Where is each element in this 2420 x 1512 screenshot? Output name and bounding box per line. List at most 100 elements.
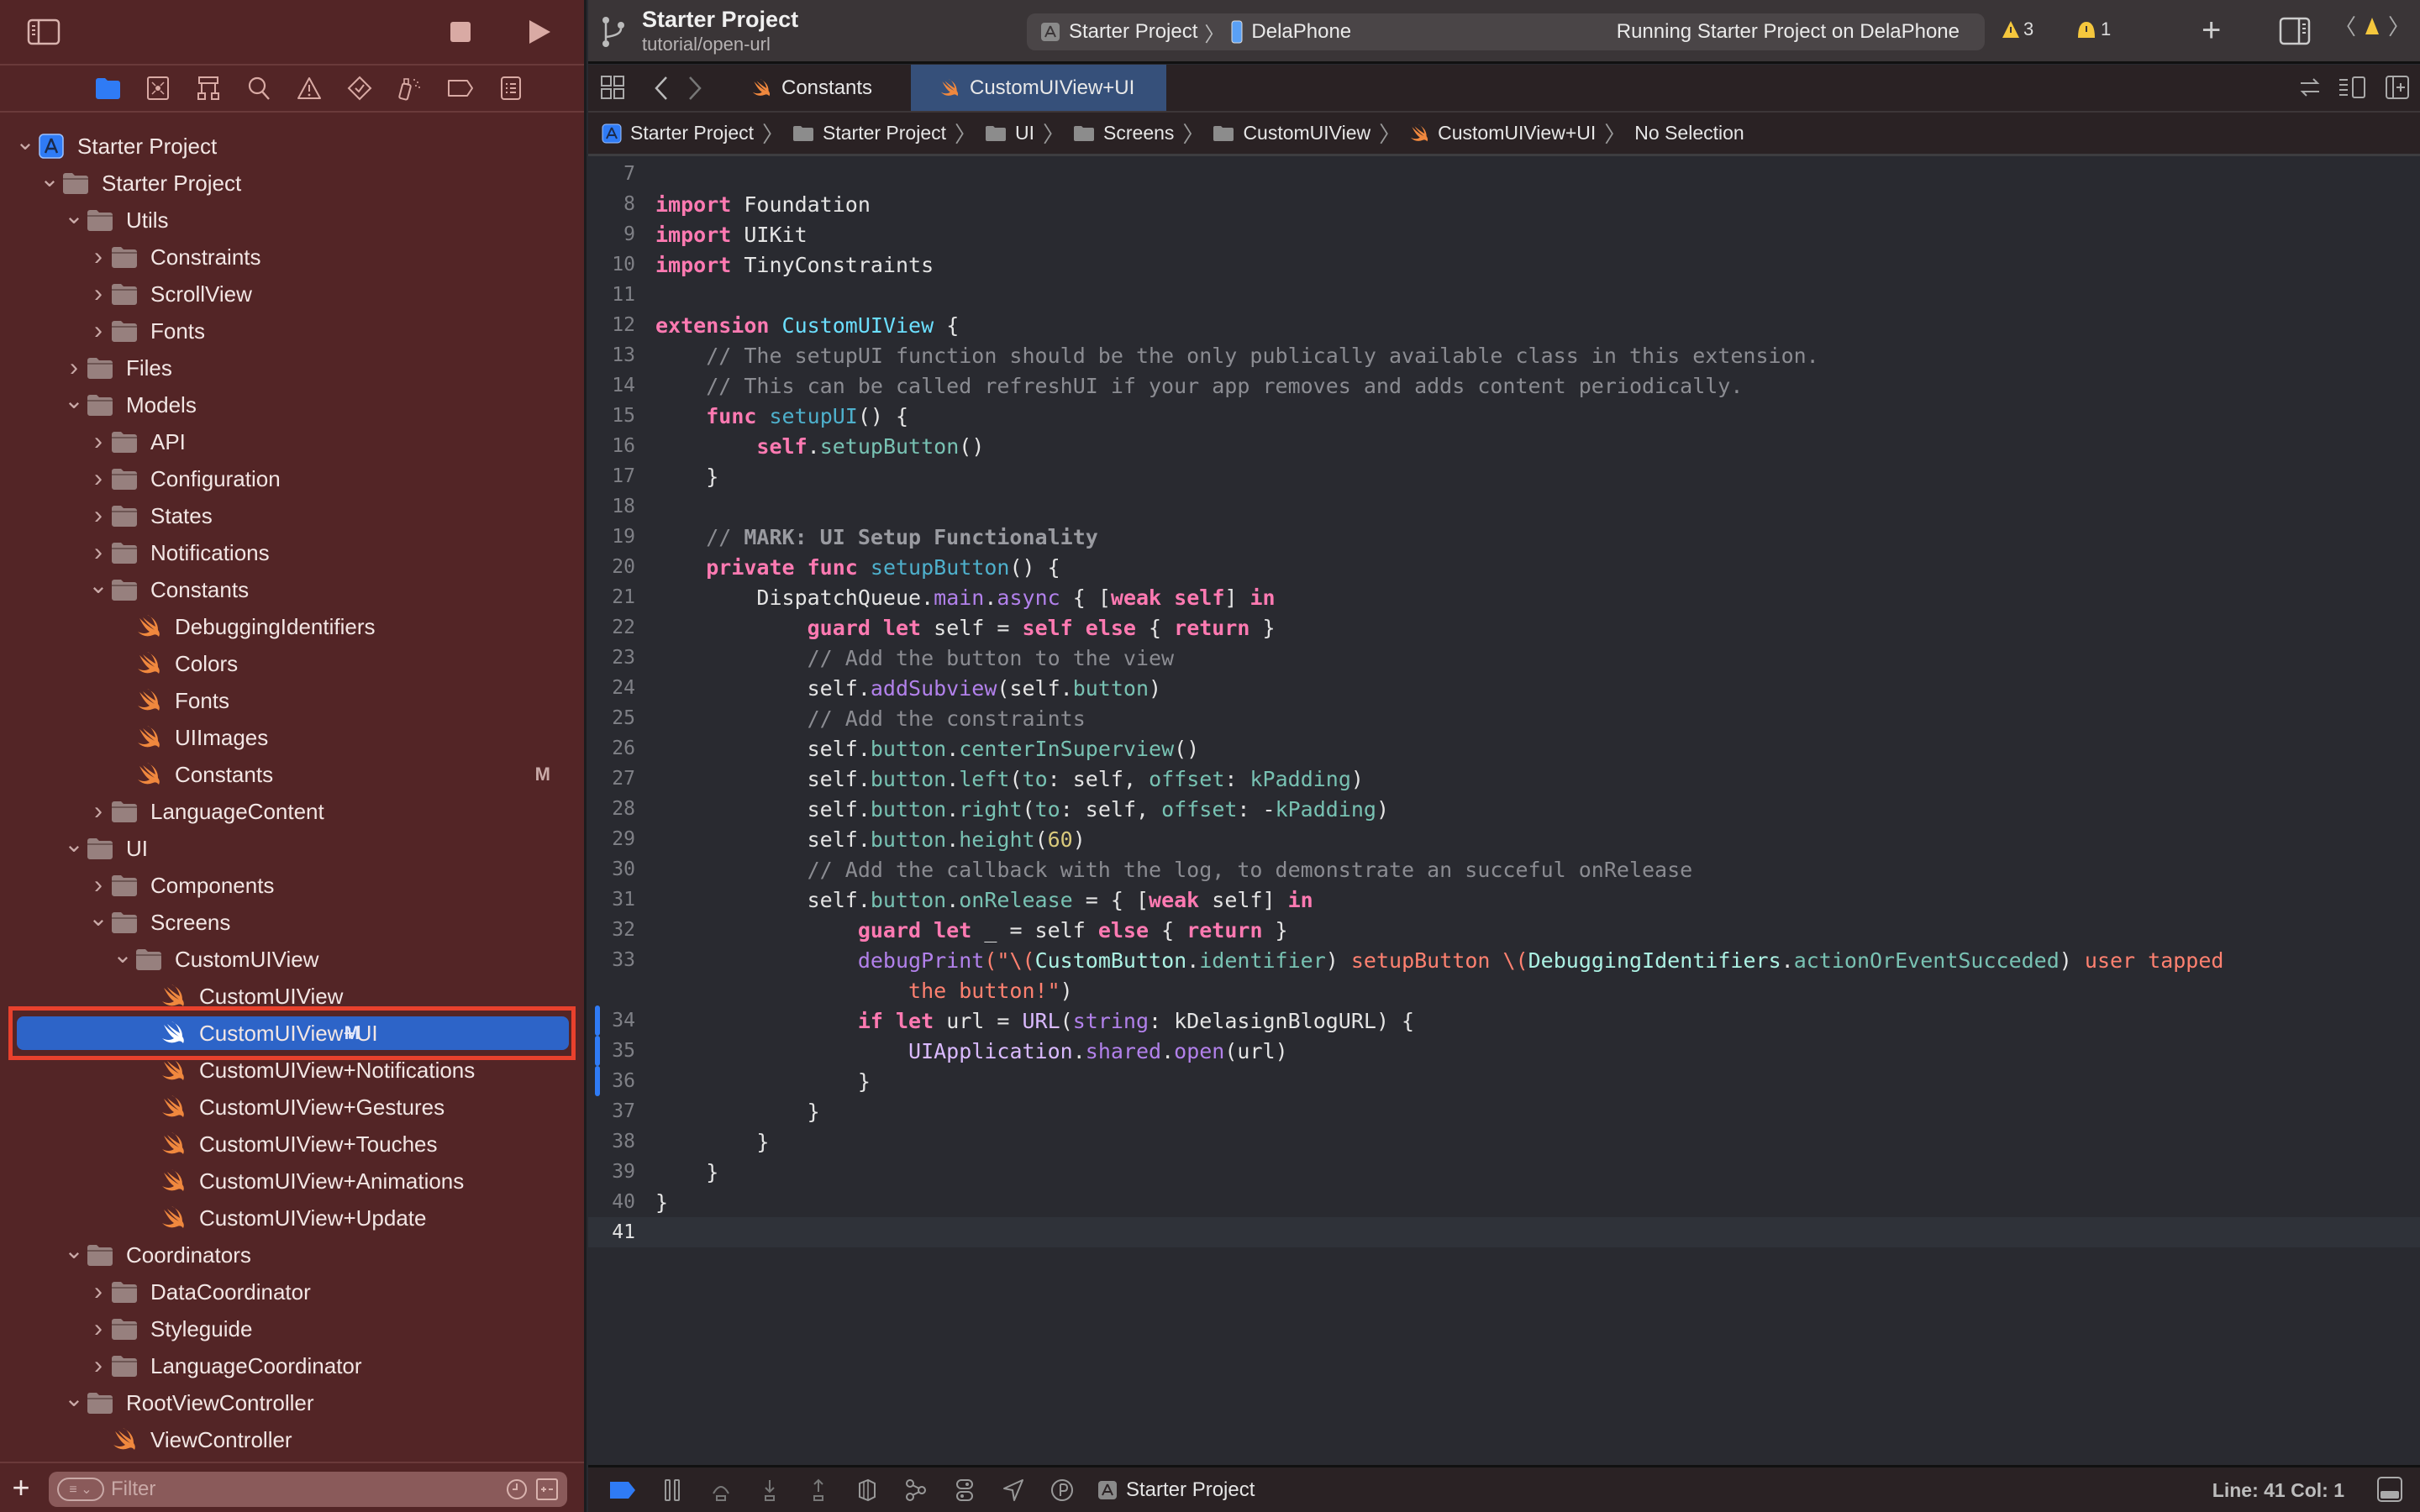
file-item[interactable]: CustomUIView+Gestures <box>0 1089 584 1126</box>
folder-item[interactable]: ⌄ Starter Project <box>0 165 584 202</box>
code-line[interactable]: 38 } <box>588 1126 2420 1157</box>
folder-item[interactable]: › LanguageContent <box>0 793 584 830</box>
disclosure-expanded-icon[interactable]: ⌄ <box>62 197 86 234</box>
warnings-indicator[interactable]: 3 <box>2002 18 2033 40</box>
line-number[interactable]: 28 <box>588 798 655 820</box>
code-line[interactable]: 32 guard let _ = self else { return } <box>588 915 2420 945</box>
disclosure-expanded-icon[interactable]: ⌄ <box>111 936 134 973</box>
line-number[interactable]: 8 <box>588 193 655 215</box>
line-number[interactable]: 41 <box>588 1221 655 1243</box>
code-line[interactable]: 21 DispatchQueue.main.async { [weak self… <box>588 582 2420 612</box>
pause-button[interactable] <box>659 1477 686 1504</box>
previous-issue-button[interactable]: 〈 <box>2334 10 2356 41</box>
grid-icon[interactable] <box>600 75 625 100</box>
line-number[interactable]: 21 <box>588 586 655 608</box>
line-number[interactable]: 32 <box>588 919 655 941</box>
device-selector[interactable]: DelaPhone <box>1231 20 1351 44</box>
disclosure-expanded-icon[interactable]: ⌄ <box>87 566 110 603</box>
line-number[interactable]: 15 <box>588 405 655 427</box>
folder-item[interactable]: ⌄ Screens <box>0 904 584 941</box>
code-line[interactable]: 25 // Add the constraints <box>588 703 2420 733</box>
breadcrumb-item[interactable]: Starter Project <box>792 122 946 144</box>
toggle-sidebar-button[interactable] <box>25 15 62 49</box>
file-item[interactable]: CustomUIView+UI M <box>0 1006 584 1060</box>
filter-input[interactable] <box>111 1478 505 1501</box>
disclosure-expanded-icon[interactable]: ⌄ <box>38 160 61 197</box>
library-button[interactable]: + <box>2202 12 2221 50</box>
disclosure-expanded-icon[interactable]: ⌄ <box>62 825 86 862</box>
code-line[interactable]: 13 // The setupUI function should be the… <box>588 340 2420 370</box>
code-line[interactable]: 30 // Add the callback with the log, to … <box>588 854 2420 885</box>
debug-scheme-selector[interactable]: Starter Project <box>1097 1478 1255 1502</box>
code-line[interactable]: 17 } <box>588 461 2420 491</box>
code-line[interactable]: 36 } <box>588 1066 2420 1096</box>
code-line[interactable]: 18 <box>588 491 2420 522</box>
code-line[interactable]: the button!") <box>588 975 2420 1005</box>
code-line[interactable]: 20 private func setupButton() { <box>588 552 2420 582</box>
code-line[interactable]: 10 import TinyConstraints <box>588 249 2420 280</box>
breakpoints-toggle-icon[interactable] <box>608 1479 637 1501</box>
next-issue-button[interactable]: 〉 <box>2388 10 2410 41</box>
line-number[interactable]: 13 <box>588 344 655 366</box>
disclosure-expanded-icon[interactable]: ⌄ <box>62 381 86 418</box>
disclosure-collapsed-icon[interactable]: › <box>87 497 110 534</box>
folder-item[interactable]: ⌄ Utils <box>0 202 584 239</box>
line-number[interactable]: 12 <box>588 314 655 336</box>
run-button[interactable] <box>521 15 558 49</box>
line-number[interactable]: 39 <box>588 1161 655 1183</box>
folder-item[interactable]: ⌄ UI <box>0 830 584 867</box>
code-line[interactable]: 31 self.button.onRelease = { [weak self]… <box>588 885 2420 915</box>
file-item[interactable]: UIImages <box>0 719 584 756</box>
inspector-toggle-icon[interactable] <box>2279 17 2311 45</box>
line-number[interactable]: 27 <box>588 768 655 790</box>
stop-button[interactable] <box>442 15 479 49</box>
line-number[interactable]: 9 <box>588 223 655 245</box>
folder-item[interactable]: › DataCoordinator <box>0 1273 584 1310</box>
step-into-button[interactable] <box>756 1477 783 1504</box>
folder-item[interactable]: › Files <box>0 349 584 386</box>
disclosure-collapsed-icon[interactable]: › <box>87 1273 110 1310</box>
disclosure-collapsed-icon[interactable]: › <box>87 276 110 312</box>
breadcrumb-item[interactable]: Starter Project <box>602 122 754 144</box>
line-number[interactable]: 20 <box>588 556 655 578</box>
code-line[interactable]: 23 // Add the button to the view <box>588 643 2420 673</box>
file-item[interactable]: Colors <box>0 645 584 682</box>
file-item[interactable]: Fonts <box>0 682 584 719</box>
debug-area-toggle-icon[interactable] <box>2376 1476 2403 1503</box>
disclosure-collapsed-icon[interactable]: › <box>87 793 110 830</box>
file-item[interactable]: ViewController <box>0 1421 584 1458</box>
line-number[interactable]: 7 <box>588 163 655 185</box>
disclosure-collapsed-icon[interactable]: › <box>87 312 110 349</box>
source-control-filter-icon[interactable] <box>535 1478 559 1501</box>
code-line[interactable]: 11 <box>588 280 2420 310</box>
recent-files-icon[interactable] <box>505 1478 529 1501</box>
line-number[interactable]: 16 <box>588 435 655 457</box>
file-item[interactable]: CustomUIView+Animations <box>0 1163 584 1200</box>
breadcrumb-item[interactable]: UI <box>985 122 1034 144</box>
line-number[interactable]: 25 <box>588 707 655 729</box>
line-number[interactable]: 11 <box>588 284 655 306</box>
change-indicator[interactable] <box>595 1066 600 1096</box>
folder-item[interactable]: › ScrollView <box>0 276 584 312</box>
back-icon[interactable] <box>654 75 669 102</box>
code-line[interactable]: 24 self.addSubview(self.button) <box>588 673 2420 703</box>
breakpoint-navigator-tab[interactable] <box>445 73 476 103</box>
change-indicator[interactable] <box>595 1036 600 1066</box>
add-file-button[interactable]: + <box>0 1470 42 1505</box>
folder-item[interactable]: ⌄ CustomUIView <box>0 941 584 978</box>
folder-item[interactable]: › API <box>0 423 584 460</box>
related-items-icon[interactable] <box>2297 75 2323 100</box>
code-line[interactable]: 8 import Foundation <box>588 189 2420 219</box>
breadcrumb-item[interactable]: CustomUIView <box>1213 122 1370 144</box>
line-number[interactable]: 31 <box>588 889 655 911</box>
code-line[interactable]: 39 } <box>588 1157 2420 1187</box>
test-navigator-tab[interactable] <box>345 73 375 103</box>
code-line[interactable]: 29 self.button.height(60) <box>588 824 2420 854</box>
step-over-button[interactable] <box>708 1477 734 1504</box>
code-line[interactable]: 22 guard let self = self else { return } <box>588 612 2420 643</box>
find-navigator-tab[interactable] <box>244 73 274 103</box>
folder-item[interactable]: ⌄ RootViewController <box>0 1384 584 1421</box>
branch-icon[interactable] <box>600 15 627 49</box>
disclosure-collapsed-icon[interactable]: › <box>87 239 110 276</box>
line-number[interactable]: 24 <box>588 677 655 699</box>
